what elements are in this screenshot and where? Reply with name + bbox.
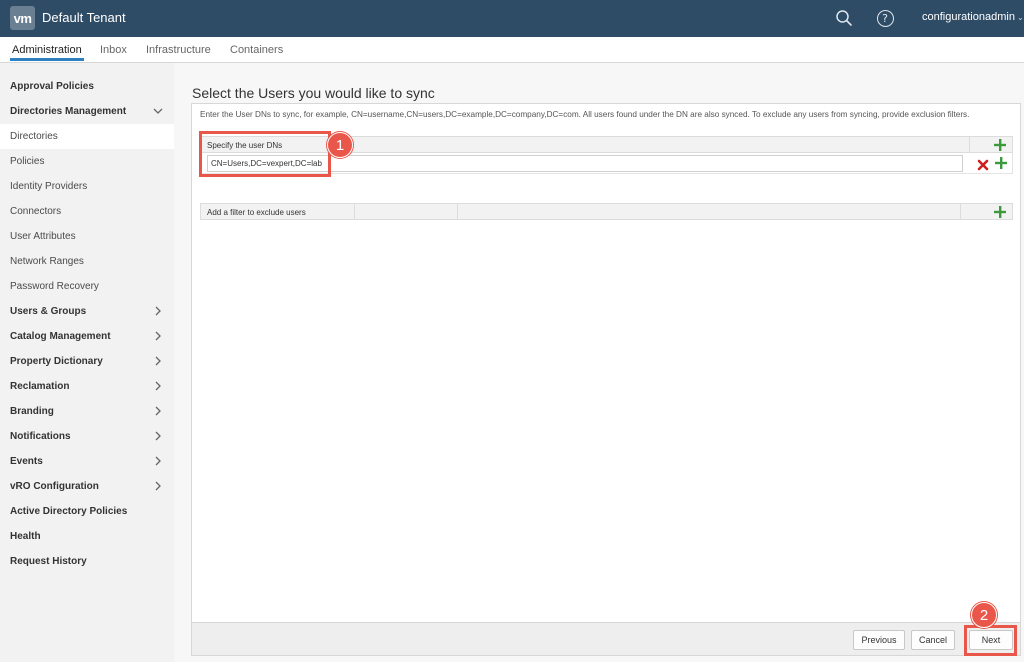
exclude-filter-header	[200, 203, 1013, 220]
chevron-right-icon[interactable]	[152, 455, 164, 467]
add-filter-plus-icon[interactable]	[993, 205, 1007, 219]
sidebar-item[interactable]: Catalog Management	[0, 324, 174, 349]
column-divider	[457, 204, 458, 220]
sidebar-item[interactable]: Branding	[0, 399, 174, 424]
tab-containers[interactable]: Containers	[230, 44, 283, 56]
sidebar-item-label: vRO Configuration	[10, 481, 99, 492]
chevron-right-icon[interactable]	[152, 380, 164, 392]
sidebar-item[interactable]: Health	[0, 524, 174, 549]
tab-infrastructure[interactable]: Infrastructure	[146, 44, 211, 56]
sidebar-item[interactable]: Policies	[0, 149, 174, 174]
column-divider	[960, 204, 961, 220]
search-icon[interactable]	[834, 8, 854, 28]
sidebar-item[interactable]: Request History	[0, 549, 174, 574]
sidebar-item[interactable]: Active Directory Policies	[0, 499, 174, 524]
sidebar-item-label: Health	[10, 531, 41, 542]
sidebar-item-label: Connectors	[10, 206, 62, 217]
chevron-right-icon[interactable]	[152, 330, 164, 342]
sidebar-item-label: Branding	[10, 406, 54, 417]
chevron-right-icon[interactable]	[152, 355, 164, 367]
sidebar-item[interactable]: Property Dictionary	[0, 349, 174, 374]
sidebar-item[interactable]: Approval Policies	[0, 74, 174, 99]
sidebar-item[interactable]: Notifications	[0, 424, 174, 449]
sidebar-item[interactable]: Connectors	[0, 199, 174, 224]
sidebar-item[interactable]: Network Ranges	[0, 249, 174, 274]
sidebar-item[interactable]: Password Recovery	[0, 274, 174, 299]
highlight-user-dns	[199, 131, 331, 177]
user-menu[interactable]: configurationadmin ⌄	[922, 11, 1024, 23]
sidebar-item[interactable]: Directories	[0, 124, 174, 149]
sidebar-item-label: Policies	[10, 156, 45, 167]
tenant-name: Default Tenant	[42, 10, 126, 25]
cancel-button[interactable]: Cancel	[911, 630, 955, 650]
chevron-right-icon[interactable]	[152, 305, 164, 317]
remove-dn-close-icon[interactable]	[977, 158, 989, 171]
help-icon[interactable]: ?	[875, 8, 895, 28]
page-title: Select the Users you would like to sync	[192, 85, 435, 101]
vmware-logo[interactable]: vm	[10, 6, 35, 30]
sidebar-item-label: Approval Policies	[10, 81, 94, 92]
sidebar-item-label: Identity Providers	[10, 181, 88, 192]
active-tab-indicator	[10, 58, 84, 61]
user-name: configurationadmin	[922, 11, 1015, 23]
chevron-down-icon: ⌄	[1016, 13, 1024, 22]
exclude-filter-label: Add a filter to exclude users	[207, 208, 306, 217]
sidebar-item-label: Password Recovery	[10, 281, 99, 292]
sidebar-item[interactable]: Identity Providers	[0, 174, 174, 199]
sidebar-item-label: Property Dictionary	[10, 356, 103, 367]
top-header: vm Default Tenant ? configurationadmin ⌄	[0, 0, 1024, 37]
chevron-down-icon[interactable]	[152, 105, 164, 117]
header-divider	[969, 137, 970, 153]
sidebar-item-label: Events	[10, 456, 43, 467]
sidebar-item-label: Directories	[10, 131, 58, 142]
tab-administration[interactable]: Administration	[12, 44, 82, 56]
highlight-next	[964, 625, 1017, 656]
step-2-badge: 2	[971, 602, 997, 628]
sidebar-item-label: Reclamation	[10, 381, 70, 392]
sidebar-item[interactable]: Directories Management	[0, 99, 174, 124]
sidebar-item[interactable]: User Attributes	[0, 224, 174, 249]
sidebar-item[interactable]: Reclamation	[0, 374, 174, 399]
previous-button[interactable]: Previous	[853, 630, 905, 650]
sidebar-item-label: User Attributes	[10, 231, 76, 242]
chevron-right-icon[interactable]	[152, 430, 164, 442]
tab-inbox[interactable]: Inbox	[100, 44, 127, 56]
sidebar-item-label: Directories Management	[10, 106, 127, 117]
chevron-right-icon[interactable]	[152, 405, 164, 417]
sidebar-item-label: Notifications	[10, 431, 71, 442]
sidebar-item[interactable]: Events	[0, 449, 174, 474]
chevron-right-icon[interactable]	[152, 480, 164, 492]
sidebar-item-label: Network Ranges	[10, 256, 84, 267]
sidebar-item[interactable]: vRO Configuration	[0, 474, 174, 499]
sidebar-item-label: Active Directory Policies	[10, 506, 128, 517]
step-1-badge: 1	[327, 132, 353, 158]
sidebar-item[interactable]: Users & Groups	[0, 299, 174, 324]
add-dn-plus-icon[interactable]	[993, 138, 1007, 152]
instructions-text: Enter the User DNs to sync, for example,…	[200, 110, 970, 119]
sidebar-item-label: Catalog Management	[10, 331, 111, 342]
sidebar: Approval Policies Directories Management D…	[0, 63, 174, 662]
add-another-dn-plus-icon[interactable]	[994, 156, 1008, 170]
sidebar-item-label: Request History	[10, 556, 87, 567]
column-divider	[354, 204, 355, 220]
sidebar-item-label: Users & Groups	[10, 306, 87, 317]
wizard-panel	[191, 103, 1021, 656]
